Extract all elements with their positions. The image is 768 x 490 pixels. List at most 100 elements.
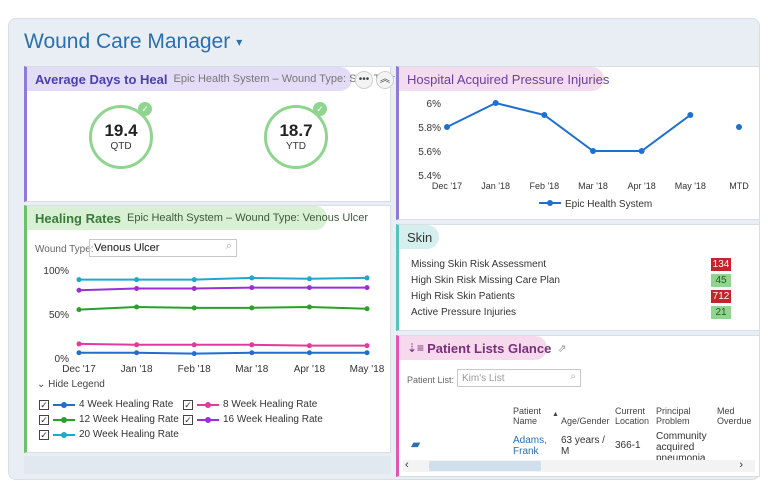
patient-list-input[interactable]: Kim's List ⌕ [457, 369, 581, 387]
y-tick-label: 5.6% [418, 147, 441, 158]
col-principal-problem[interactable]: Principal Problem [656, 406, 706, 426]
legend-item[interactable]: ✓ 4 Week Healing Rate [39, 399, 173, 410]
series-swatch [53, 431, 75, 438]
skin-panel: Skin Missing Skin Risk Assessment 134 Hi… [396, 224, 760, 331]
bottom-strip [24, 456, 391, 474]
search-icon[interactable]: ⌕ [226, 240, 232, 253]
qtd-metric: ✓ 19.4 QTD [89, 102, 153, 169]
series-line [79, 276, 368, 281]
x-tick-label: Dec '17 [62, 364, 96, 375]
data-point [364, 306, 370, 312]
skin-row-label[interactable]: Missing Skin Risk Assessment [411, 259, 546, 270]
chevron-left-icon[interactable]: ‹ [405, 459, 409, 471]
legend-label: 16 Week Healing Rate [223, 414, 323, 425]
x-tick-label: May '18 [350, 364, 385, 375]
folder-icon[interactable]: ▰ [411, 438, 420, 450]
skin-header: Skin [399, 225, 439, 249]
patient-name-link[interactable]: Adams, Frank [513, 435, 557, 457]
ellipsis-icon[interactable]: ••• [355, 71, 373, 89]
skin-row-badge[interactable]: 21 [711, 306, 731, 319]
skin-row-label[interactable]: High Risk Skin Patients [411, 291, 515, 302]
app-title-text: Wound Care Manager [24, 30, 231, 53]
sort-ascending-icon[interactable]: ▲ [552, 410, 559, 420]
checkbox-icon[interactable]: ✓ [39, 399, 49, 410]
patient-list-value: Kim's List [462, 373, 505, 384]
data-point [687, 112, 694, 118]
data-point [76, 307, 82, 313]
x-tick-label: Dec '17 [432, 181, 462, 191]
legend-label: Epic Health System [565, 199, 652, 210]
data-point [76, 350, 82, 356]
checkbox-icon[interactable]: ✓ [183, 399, 193, 410]
series-line [79, 351, 367, 355]
legend-label: 12 Week Healing Rate [79, 414, 179, 425]
panel-title[interactable]: Patient Lists Glance [427, 341, 551, 356]
pressure-injuries-panel: Hospital Acquired Pressure Injuries 6% 5.… [396, 66, 760, 220]
panel-title[interactable]: Hospital Acquired Pressure Injuries [407, 72, 609, 87]
skin-row-badge[interactable]: 712 [711, 290, 731, 303]
data-point [541, 112, 548, 118]
data-point [306, 350, 312, 356]
chevron-down-icon[interactable]: ▾ [236, 35, 242, 49]
legend-label: 4 Week Healing Rate [79, 399, 174, 410]
legend-item[interactable]: ✓ 16 Week Healing Rate [183, 414, 323, 425]
app-title[interactable]: Wound Care Manager ▾ [24, 30, 242, 54]
patient-list-label: Patient List: [407, 375, 455, 385]
checkbox-icon[interactable]: ✓ [183, 414, 193, 425]
metric-value: 19.4 [104, 121, 138, 140]
series-line [446, 101, 691, 152]
legend-item[interactable]: ✓ 8 Week Healing Rate [183, 399, 317, 410]
data-point [191, 305, 197, 311]
x-tick-label: Apr '18 [294, 364, 326, 375]
patient-location: 366-1 [615, 440, 641, 451]
col-current-location[interactable]: Current Location [615, 406, 655, 426]
x-tick-label: Mar '18 [235, 364, 268, 375]
x-tick-label: MTD [729, 181, 749, 191]
data-point [736, 124, 742, 130]
hide-legend-toggle[interactable]: ⌄ Hide Legend [37, 379, 105, 390]
skin-row-label[interactable]: Active Pressure Injuries [411, 307, 516, 318]
data-point [638, 148, 645, 154]
skin-row-label[interactable]: High Skin Risk Missing Care Plan [411, 275, 560, 286]
panel-title[interactable]: Skin [407, 230, 432, 245]
col-age-gender[interactable]: Age/Gender [561, 416, 610, 426]
data-point [492, 100, 499, 106]
patient-age-gender: 63 years / M [561, 435, 605, 457]
average-days-header: Average Days to Heal Epic Health System … [27, 67, 395, 91]
pin-icon[interactable]: ⇗ [557, 342, 566, 355]
data-point [249, 305, 255, 311]
search-icon[interactable]: ⌕ [570, 371, 576, 382]
legend-item[interactable]: ✓ 20 Week Healing Rate [39, 429, 179, 440]
col-med-overdue[interactable]: Med Overdue [717, 406, 757, 426]
series-line [78, 286, 367, 292]
skin-row-badge[interactable]: 45 [711, 274, 731, 287]
horizontal-scrollbar[interactable]: ‹ › [403, 459, 755, 472]
data-point [191, 277, 197, 283]
panel-title[interactable]: Healing Rates [35, 211, 121, 226]
panel-title[interactable]: Average Days to Heal [35, 72, 167, 87]
data-point [306, 343, 312, 349]
x-tick-label: Feb '18 [178, 364, 211, 375]
chevron-right-icon[interactable]: › [739, 459, 743, 471]
panel-subtitle: Epic Health System – Wound Type: Venous … [126, 212, 369, 224]
data-point [191, 285, 197, 291]
data-point [76, 341, 82, 347]
scrollbar-thumb[interactable] [429, 461, 541, 471]
wound-type-value: Venous Ulcer [94, 242, 160, 254]
col-patient-name[interactable]: Patient Name [513, 406, 553, 426]
chevron-up-icon[interactable]: ︽ [376, 71, 394, 89]
data-point [590, 148, 596, 154]
data-point [134, 350, 140, 356]
legend-marker [547, 200, 553, 206]
skin-row-badge[interactable]: 134 [711, 258, 731, 271]
legend-item[interactable]: ✓ 12 Week Healing Rate [39, 414, 179, 425]
y-tick-label: 100% [43, 266, 69, 277]
checkbox-icon[interactable]: ✓ [39, 429, 49, 440]
data-point [134, 342, 140, 348]
data-point [249, 350, 255, 356]
legend-label: 20 Week Healing Rate [79, 429, 179, 440]
data-point [249, 342, 255, 348]
checkbox-icon[interactable]: ✓ [39, 414, 49, 425]
list-icon: ⇣≡ [407, 341, 425, 355]
data-point [306, 276, 312, 282]
